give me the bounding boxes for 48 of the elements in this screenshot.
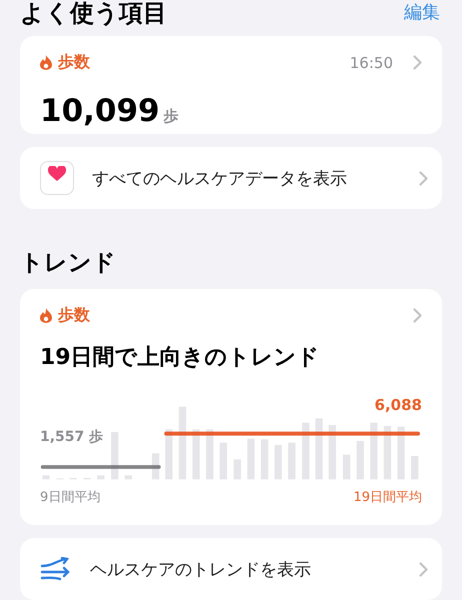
bar [411,456,418,480]
period-label: 9日間平均 [40,489,100,506]
bar [328,425,336,480]
bar [288,442,296,480]
bar [302,422,310,480]
chevron-icon [419,562,428,576]
bar [342,454,350,480]
link-label: すべてのヘルスケアデータを表示 [92,168,348,190]
steps-card[interactable]: 歩数 16:50 10,099 歩 [20,36,442,134]
period-label: 19日間平均 [353,489,422,506]
bar [397,426,405,480]
flame-icon [40,308,52,323]
bar [234,459,241,480]
bar [370,422,378,480]
bar [111,432,118,480]
bar [220,442,228,480]
bar [247,438,255,480]
bar [356,441,364,480]
section-title: トレンド [20,249,117,278]
bar [124,475,132,480]
trend-arrows-icon [40,557,72,581]
bar [165,429,173,480]
bar [206,429,214,480]
trends-link[interactable]: ヘルスケアのトレンドを表示 [20,538,442,600]
time-label: 16:50 [350,54,393,72]
chevron-icon [413,55,422,70]
unit-label: 歩 [164,107,179,126]
flame-icon [40,55,52,70]
chevron-icon [413,308,422,323]
average-value: 6,088 [374,396,422,414]
app-tile-icon [40,161,74,195]
bar [260,439,268,480]
bar [42,475,50,480]
category-label: 歩数 [58,52,90,73]
section-title: よく使う項目 [20,0,167,26]
chevron-icon [419,170,428,186]
bar [315,418,323,480]
health-data-link[interactable]: すべてのヘルスケアデータを表示 [20,147,442,209]
bar [274,445,282,480]
trend-headline: 19日間で上向きのトレンド [40,344,321,372]
bar [97,475,104,480]
step-count: 10,099 [40,93,160,129]
average-value: 1,557 歩 [40,428,104,446]
bar [384,426,392,480]
link-label: ヘルスケアのトレンドを表示 [90,558,312,580]
trend-card[interactable]: 歩数 19日間で上向きのトレンド 1,557 歩 6,088 9日間平均 19日間平均 [20,289,442,525]
bar [192,429,200,480]
category-label: 歩数 [58,305,90,326]
